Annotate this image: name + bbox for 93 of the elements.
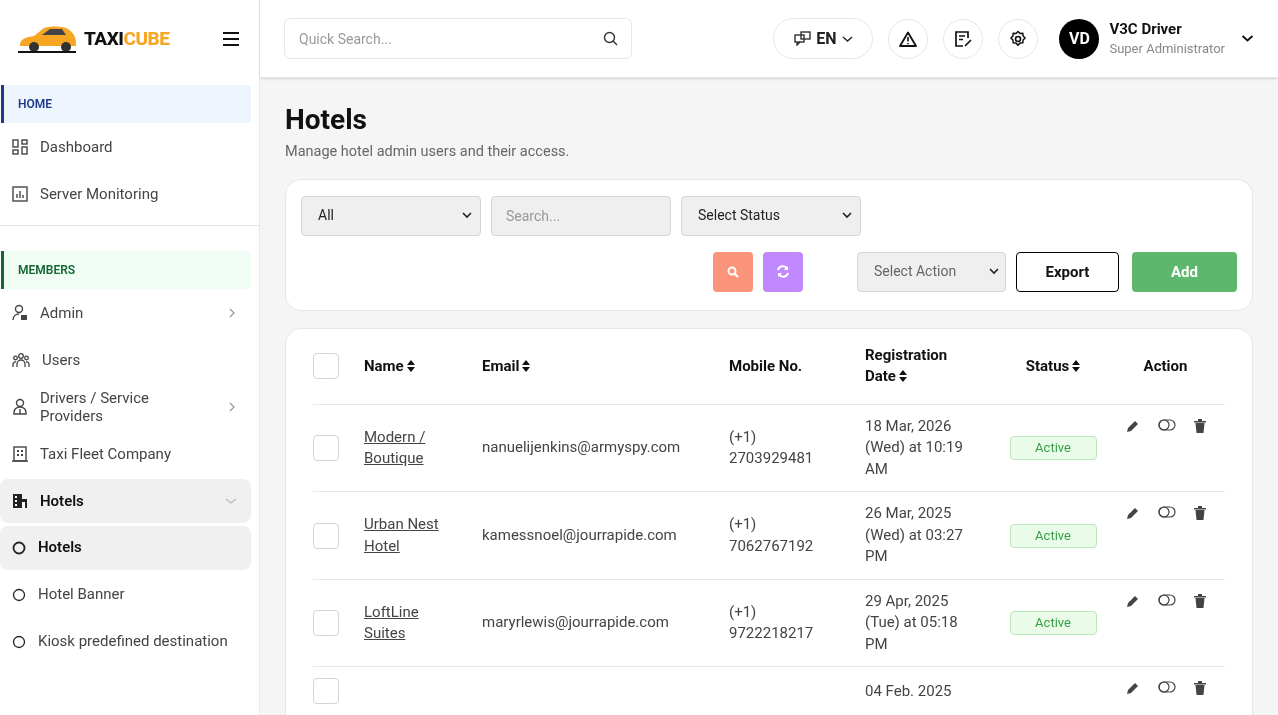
status-badge: Active (1009, 611, 1097, 635)
refresh-icon (776, 265, 790, 279)
date-text: 04 Feb. 2025 (865, 680, 953, 702)
edit-note-icon (954, 29, 973, 48)
chart-icon (12, 185, 28, 202)
users-icon (12, 351, 30, 368)
row-checkbox[interactable] (313, 610, 339, 636)
toggle-icon[interactable] (1157, 593, 1176, 606)
logo-text: TAXICUBE (84, 25, 170, 52)
column-header[interactable]: Email (482, 355, 729, 377)
circle-icon (12, 587, 26, 602)
select-all-checkbox[interactable] (313, 353, 339, 380)
edit-icon[interactable] (1125, 506, 1140, 521)
email-text: nanuelijenkins@armyspy.com (482, 438, 681, 457)
circle-icon (12, 634, 26, 649)
hotel-name-link[interactable]: LoftLine Suites (364, 601, 482, 645)
chevron-down-icon (462, 212, 472, 220)
search-field[interactable]: Quick Search... (284, 18, 632, 59)
submenu-item[interactable]: Kiosk predefined destination (0, 619, 251, 664)
search-icon (727, 265, 739, 278)
sidebar-item[interactable]: Hotels (0, 478, 251, 523)
warning-icon (899, 30, 918, 47)
sort-icon[interactable] (1072, 359, 1081, 372)
action-select[interactable]: Select Action (857, 251, 1006, 292)
search-icon (603, 31, 618, 46)
settings-icon (1009, 29, 1028, 48)
trash-icon[interactable] (1193, 506, 1206, 521)
sort-icon[interactable] (898, 370, 907, 383)
hotel-icon (12, 492, 28, 509)
column-header[interactable]: Status (1000, 355, 1106, 377)
sidebar-item[interactable]: Taxi Fleet Company (0, 431, 251, 476)
chevron-down-icon (989, 268, 999, 276)
trash-icon[interactable] (1193, 418, 1206, 433)
section-header: HOME (1, 85, 251, 123)
sidebar-item[interactable]: Drivers / Service Providers (0, 384, 251, 429)
mobile-text: (+1) 7062767192 (729, 515, 814, 555)
column-header[interactable]: Name (364, 355, 482, 377)
menu-icon[interactable] (223, 32, 239, 46)
submenu-item[interactable]: Hotels (0, 525, 251, 570)
column-header: Action (1142, 355, 1189, 377)
mobile-text: (+1) 2703929481 (729, 427, 814, 467)
trash-icon[interactable] (1193, 681, 1206, 696)
row-checkbox[interactable] (313, 678, 339, 705)
type-select[interactable]: All (301, 195, 481, 236)
email-text: kamessnoel@jourrapide.com (482, 525, 677, 544)
user-role: Super Administrator (1109, 39, 1225, 58)
chevron-right-icon (227, 401, 237, 412)
export-button[interactable]: Export (1016, 251, 1119, 292)
edit-icon[interactable] (1125, 418, 1140, 433)
row-checkbox[interactable] (313, 435, 339, 461)
chevron-down-icon (841, 34, 853, 43)
search-field[interactable]: Search... (491, 195, 671, 236)
row-checkbox[interactable] (313, 522, 339, 549)
edit-icon[interactable] (1125, 593, 1140, 608)
sort-icon[interactable] (406, 359, 415, 372)
user-name: V3C Driver (1109, 19, 1183, 39)
email-text: maryrlewis@jourrapide.com (482, 613, 669, 632)
column-header[interactable]: Registration Date (865, 345, 1000, 388)
toggle-icon[interactable] (1157, 506, 1176, 519)
user-lock-icon (12, 304, 28, 321)
translate-icon (794, 31, 812, 46)
circle-icon (12, 540, 26, 555)
date-text: 26 Mar, 2025 (Wed) at 03:27 PM (865, 503, 964, 568)
sort-icon[interactable] (522, 359, 531, 372)
refresh-button[interactable] (763, 251, 803, 292)
building-icon (12, 445, 28, 462)
mobile-text: (+1) 9722218217 (729, 602, 814, 642)
status-badge: Active (1009, 436, 1097, 460)
toggle-icon[interactable] (1157, 681, 1176, 694)
chevron-right-icon (227, 307, 237, 318)
sidebar-item[interactable]: Admin (0, 290, 251, 335)
chevron-down-icon[interactable] (1241, 34, 1254, 43)
sidebar-item[interactable]: Users (0, 337, 251, 382)
hotel-name-link[interactable]: Urban Nest Hotel (364, 514, 482, 557)
sidebar-item[interactable]: Dashboard (0, 124, 251, 169)
status-select[interactable]: Select Status (681, 195, 861, 236)
page-title: Hotels (285, 104, 368, 136)
date-text: 29 Apr, 2025 (Tue) at 05:18 PM (865, 590, 959, 655)
status-badge: Active (1009, 523, 1097, 548)
chevron-down-icon (842, 212, 852, 220)
dashboard-icon (12, 138, 28, 155)
sidebar-item[interactable]: Server Monitoring (0, 171, 251, 216)
edit-icon[interactable] (1125, 681, 1140, 696)
person-icon (12, 398, 28, 415)
toggle-icon[interactable] (1157, 418, 1176, 431)
trash-icon[interactable] (1193, 593, 1206, 608)
submenu-item[interactable]: Hotel Banner (0, 572, 251, 617)
column-header: Mobile No. (729, 355, 804, 377)
date-text: 18 Mar, 2026 (Wed) at 10:19 AM (865, 415, 964, 480)
page-subtitle: Manage hotel admin users and their access. (285, 142, 571, 162)
section-header: MEMBERS (1, 251, 251, 289)
user-avatar[interactable]: VD (1059, 18, 1100, 59)
hotel-name-link[interactable]: Modern / Boutique (364, 426, 482, 470)
